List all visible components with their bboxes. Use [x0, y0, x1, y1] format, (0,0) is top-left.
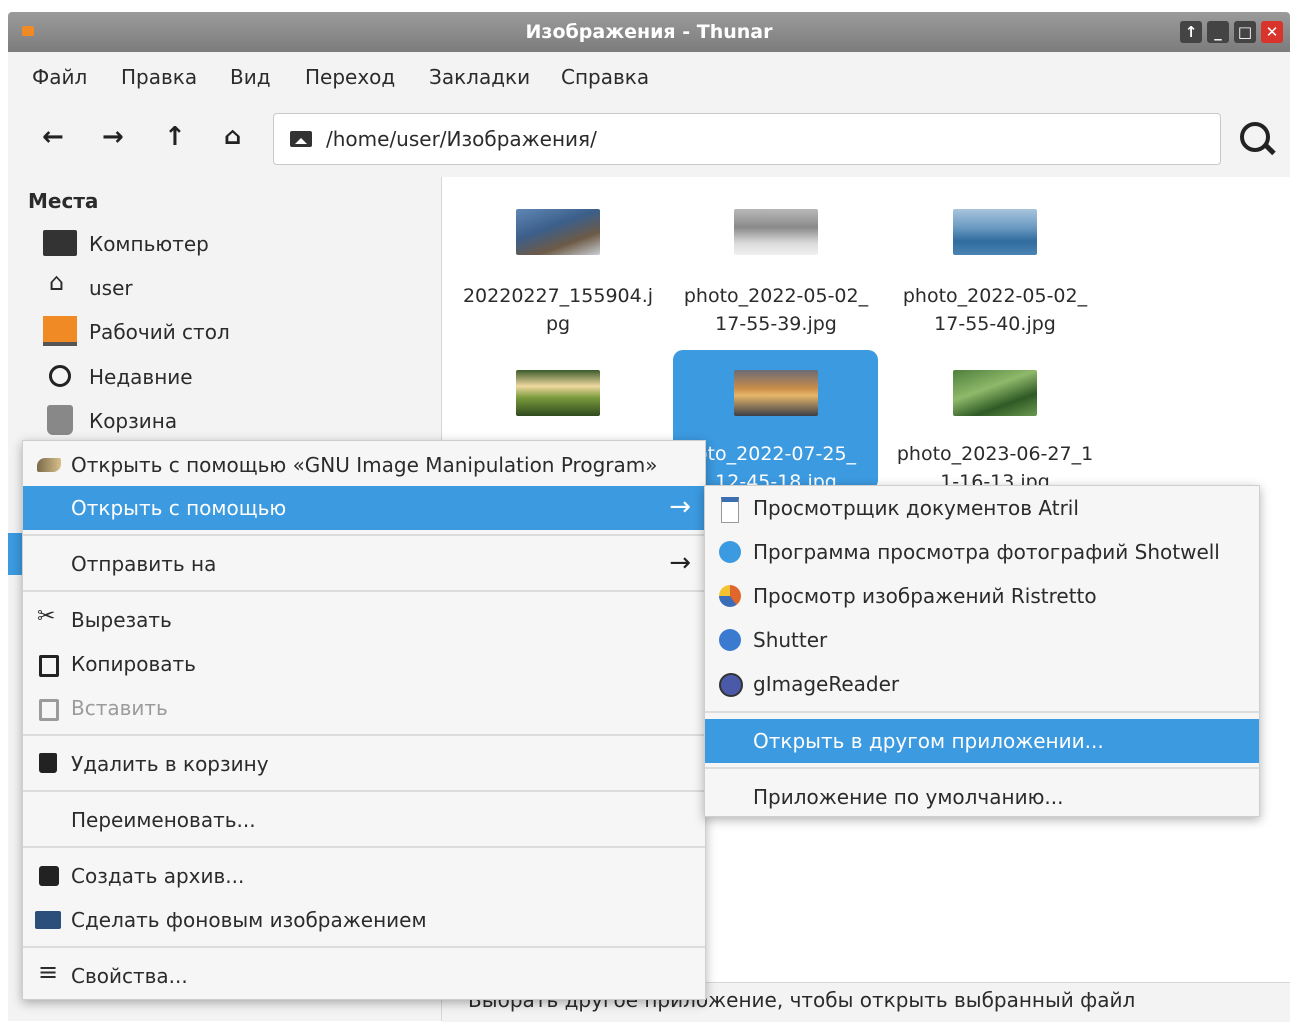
- menu-item-properties[interactable]: ≡ Свойства...: [23, 954, 705, 998]
- sidebar-item-label: Рабочий стол: [89, 320, 230, 344]
- back-arrow-icon[interactable]: ←: [42, 122, 64, 152]
- submenu-item-shotwell[interactable]: Программа просмотра фотографий Shotwell: [705, 530, 1259, 574]
- sidebar-item-label: Компьютер: [89, 232, 209, 256]
- menu-bar: Файл Правка Вид Переход Закладки Справка: [8, 52, 1290, 102]
- sidebar-item-desktop[interactable]: Рабочий стол: [43, 312, 433, 352]
- menu-go[interactable]: Переход: [305, 65, 395, 89]
- menu-item-rename[interactable]: Переименовать...: [23, 798, 705, 842]
- sidebar-item-label: user: [89, 276, 133, 300]
- sidebar-item-trash[interactable]: Корзина: [43, 401, 433, 441]
- clock-icon: [49, 365, 71, 387]
- sidebar-selection: [8, 533, 22, 575]
- menu-help[interactable]: Справка: [561, 65, 649, 89]
- home-icon[interactable]: ⌂: [224, 122, 241, 150]
- gimp-icon: [37, 458, 61, 472]
- submenu-arrow-icon: →: [669, 548, 691, 578]
- sidebar-item-label: Недавние: [89, 365, 193, 389]
- close-button[interactable]: ✕: [1261, 21, 1283, 43]
- menu-item-open-gimp[interactable]: Открыть с помощью «GNU Image Manipulatio…: [23, 443, 705, 487]
- file-thumbnail[interactable]: [953, 370, 1037, 416]
- pictures-folder-icon: [290, 131, 312, 147]
- menu-item-open-with[interactable]: Открыть с помощью →: [23, 486, 705, 530]
- wallpaper-icon: [35, 911, 61, 929]
- clipboard-icon: [39, 699, 59, 721]
- location-path: /home/user/Изображения/: [326, 127, 597, 151]
- scissors-icon: ✂: [37, 604, 56, 629]
- location-bar[interactable]: /home/user/Изображения/: [273, 113, 1221, 165]
- title-bar[interactable]: Изображения - Thunar ↑ _ □ ✕: [8, 12, 1290, 52]
- submenu-item-gimagereader[interactable]: gImageReader: [705, 662, 1259, 706]
- file-name[interactable]: photo_2022-05-02_ 17-55-40.jpg: [895, 282, 1095, 338]
- sidebar-item-user[interactable]: ⌂ user: [43, 268, 433, 308]
- trash-icon: [39, 753, 57, 773]
- menu-item-cut[interactable]: ✂ Вырезать: [23, 598, 705, 642]
- menu-item-create-archive[interactable]: Создать архив...: [23, 854, 705, 898]
- submenu-item-atril[interactable]: Просмотрщик документов Atril: [705, 486, 1259, 530]
- submenu-arrow-icon: →: [669, 492, 691, 522]
- file-thumbnail[interactable]: [516, 209, 600, 255]
- maximize-up-icon[interactable]: ↑: [1180, 21, 1202, 43]
- sidebar-heading: Места: [28, 189, 99, 213]
- file-thumbnail[interactable]: [734, 370, 818, 416]
- menu-edit[interactable]: Правка: [121, 65, 197, 89]
- file-name[interactable]: 20220227_155904.j pg: [458, 282, 658, 338]
- home-icon: ⌂: [49, 268, 65, 296]
- context-menu: Открыть с помощью «GNU Image Manipulatio…: [22, 440, 706, 1000]
- archive-icon: [39, 866, 59, 886]
- forward-arrow-icon[interactable]: →: [102, 122, 124, 152]
- sidebar-item-label: Корзина: [89, 409, 178, 433]
- ristretto-icon: [719, 585, 741, 607]
- menu-bookmarks[interactable]: Закладки: [429, 65, 530, 89]
- menu-item-set-wallpaper[interactable]: Сделать фоновым изображением: [23, 898, 705, 942]
- menu-file[interactable]: Файл: [32, 65, 87, 89]
- file-thumbnail[interactable]: [516, 370, 600, 416]
- menu-item-send-to[interactable]: Отправить на →: [23, 542, 705, 586]
- open-with-submenu: Просмотрщик документов Atril Программа п…: [704, 485, 1260, 817]
- file-thumbnail[interactable]: [734, 209, 818, 255]
- up-arrow-icon[interactable]: ↑: [164, 122, 186, 152]
- list-icon: ≡: [38, 958, 59, 986]
- submenu-item-ristretto[interactable]: Просмотр изображений Ristretto: [705, 574, 1259, 618]
- menu-item-paste[interactable]: Вставить: [23, 686, 705, 730]
- submenu-item-shutter[interactable]: Shutter: [705, 618, 1259, 662]
- copy-icon: [39, 655, 59, 677]
- file-name-selected[interactable]: oto_2022-07-25_ 12-45-18.jpg: [676, 440, 876, 486]
- computer-icon: [43, 230, 77, 256]
- minimize-button[interactable]: _: [1207, 21, 1229, 43]
- sidebar-item-computer[interactable]: Компьютер: [43, 224, 433, 264]
- menu-item-trash[interactable]: Удалить в корзину: [23, 742, 705, 786]
- shotwell-icon: [719, 541, 741, 563]
- menu-view[interactable]: Вид: [230, 65, 271, 89]
- file-name[interactable]: photo_2023-06-27_1 1-16-13.jpg: [895, 440, 1095, 486]
- submenu-item-other-app[interactable]: Открыть в другом приложении...: [705, 719, 1259, 763]
- file-name[interactable]: photo_2022-05-02_ 17-55-39.jpg: [676, 282, 876, 338]
- atril-icon: [721, 497, 739, 523]
- sidebar-item-recent[interactable]: Недавние: [43, 357, 433, 397]
- submenu-item-default-app[interactable]: Приложение по умолчанию...: [705, 775, 1259, 819]
- trash-icon: [47, 405, 73, 435]
- maximize-button[interactable]: □: [1234, 21, 1256, 43]
- desktop-icon: [43, 316, 77, 346]
- thunar-window: Изображения - Thunar ↑ _ □ ✕ Файл Правка…: [0, 0, 1290, 1022]
- gimagereader-icon: [719, 673, 743, 697]
- shutter-icon: [719, 629, 741, 651]
- search-icon[interactable]: [1238, 120, 1278, 160]
- menu-item-copy[interactable]: Копировать: [23, 642, 705, 686]
- file-thumbnail[interactable]: [953, 209, 1037, 255]
- window-title: Изображения - Thunar: [525, 21, 773, 43]
